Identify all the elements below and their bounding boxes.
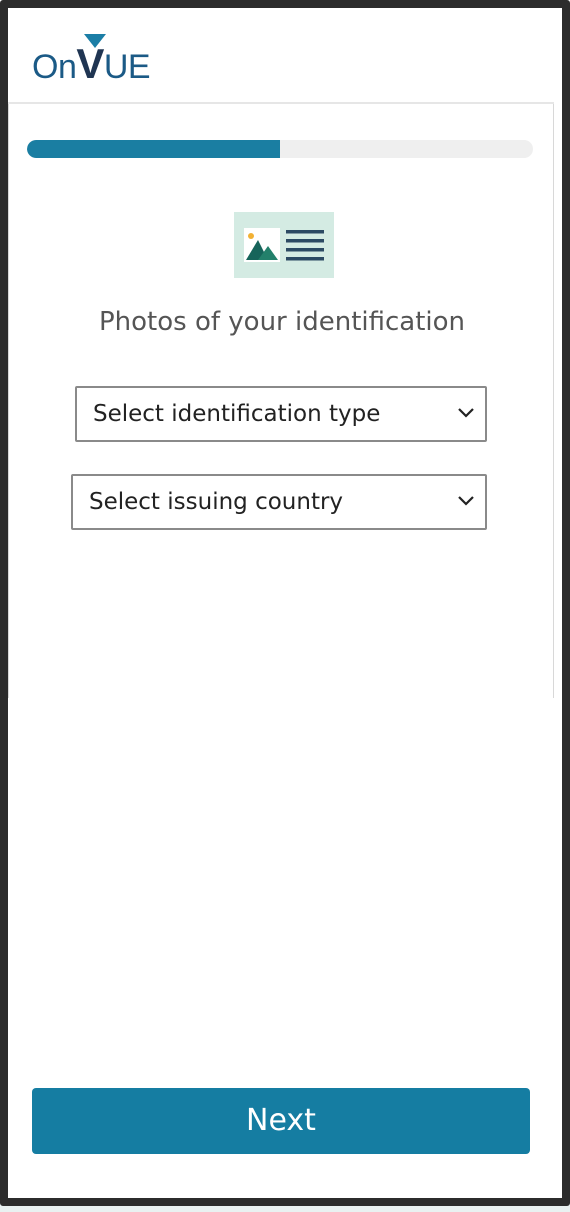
next-button[interactable]: Next [32,1088,530,1154]
progress-bar [27,140,533,158]
logo-text-prefix: On [32,48,77,86]
issuing-country-select[interactable]: Select issuing country [71,474,487,530]
logo-check-icon [84,34,106,48]
identification-type-select[interactable]: Select identification type [75,386,487,442]
chevron-down-icon [458,496,474,506]
page-title: Photos of your identification [98,307,466,337]
id-card-photo-icon [234,212,334,278]
chevron-down-icon [458,408,474,418]
onvue-logo: OnVUE [32,34,192,86]
issuing-country-value: Select issuing country [89,489,344,515]
progress-fill [27,140,280,158]
main-content: Photos of your identification Select ide… [8,104,554,698]
logo-wordmark: OnVUE [32,43,151,87]
logo-text-suffix: UE [103,48,151,86]
app-window: OnVUE Photos of your identification Sele… [0,0,570,1206]
identification-type-value: Select identification type [93,401,381,427]
header: OnVUE [8,8,554,104]
